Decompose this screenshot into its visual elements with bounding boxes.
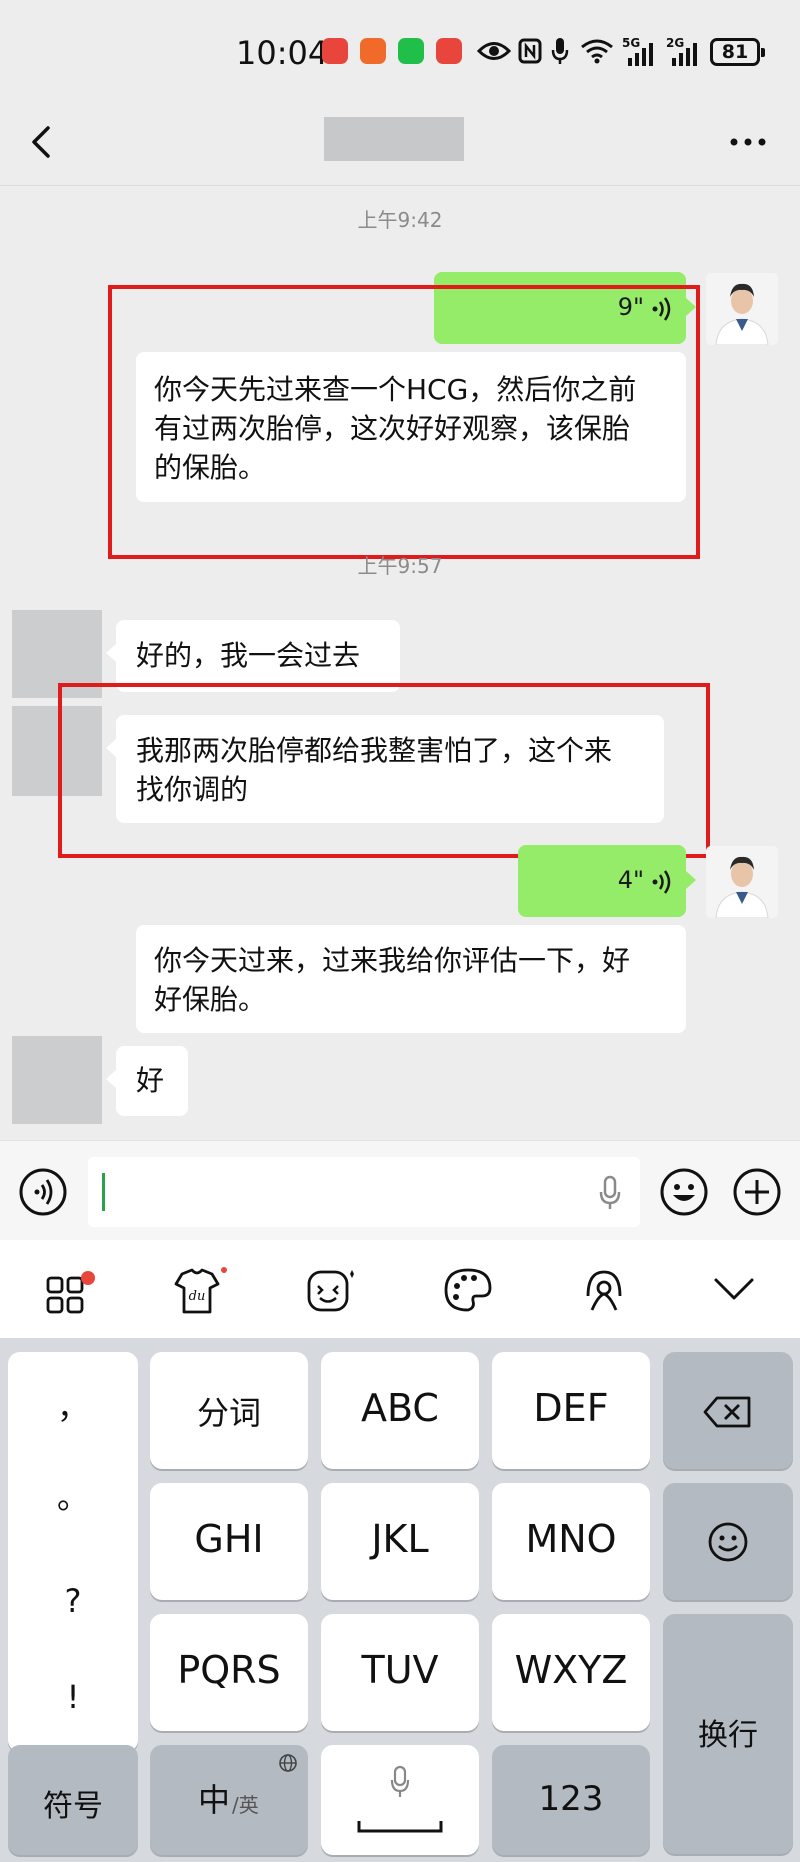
more-options-icon[interactable] — [728, 136, 768, 148]
numbers-key[interactable]: 123 — [492, 1745, 650, 1855]
highlight-box — [58, 683, 710, 858]
doctor-avatar[interactable] — [706, 273, 778, 345]
key-tuv[interactable]: TUV — [321, 1614, 479, 1731]
space-bar-icon — [357, 1821, 443, 1833]
key-mno[interactable]: MNO — [492, 1483, 650, 1600]
palette-icon[interactable] — [442, 1266, 494, 1314]
keyboard-toolbar: du — [0, 1240, 800, 1338]
key-jkl[interactable]: JKL — [321, 1483, 479, 1600]
backspace-icon — [703, 1396, 751, 1428]
grid-app-icon — [360, 38, 386, 64]
message-line: 好的，我一会过去 — [136, 639, 361, 672]
huawei-store-icon — [436, 38, 462, 64]
patient-avatar[interactable] — [12, 1036, 102, 1124]
lang-main-label: 中 — [198, 1781, 231, 1819]
message-input[interactable] — [88, 1157, 640, 1227]
t9-keyboard: ， 。 ? ! 分词 ABC DEF GHI JKL MNO PQRS TUV … — [0, 1338, 800, 1862]
emoticon-face-icon[interactable] — [306, 1268, 356, 1314]
punct-key[interactable]: ? — [8, 1582, 138, 1620]
doctor-avatar-image — [706, 846, 778, 918]
svg-text:du: du — [189, 1289, 206, 1304]
voice-duration: 4" — [617, 866, 644, 894]
text-caret — [102, 1173, 105, 1211]
battery-indicator: 81 — [710, 38, 765, 66]
status-bar: 10:04 5G 2G 81 — [0, 0, 800, 100]
message-bubble-outgoing[interactable]: 你今天过来，过来我给你评估一下，好 好保胎。 — [136, 925, 686, 1033]
key-abc[interactable]: ABC — [321, 1352, 479, 1469]
lang-alt-label: /英 — [232, 1793, 259, 1817]
collapse-keyboard-icon[interactable] — [712, 1276, 756, 1302]
key-pqrs[interactable]: PQRS — [150, 1614, 308, 1731]
nfc-icon — [518, 38, 542, 64]
key-wxyz[interactable]: WXYZ — [492, 1614, 650, 1731]
chat-header — [0, 100, 800, 186]
contact-name-redacted — [324, 117, 464, 161]
voice-input-toggle-icon[interactable] — [18, 1167, 68, 1217]
voice-message-bubble[interactable]: 4" — [518, 845, 696, 917]
voice-wave-icon — [652, 870, 671, 894]
mic-status-icon — [551, 38, 569, 64]
chat-input-bar — [0, 1140, 800, 1240]
wifi-icon — [581, 39, 613, 64]
space-mic-icon — [390, 1765, 410, 1797]
message-timestamp: 上午9:42 — [357, 208, 443, 232]
huawei-app-icon — [322, 38, 348, 64]
status-time: 10:04 — [236, 34, 329, 72]
apps-grid-icon[interactable] — [46, 1270, 96, 1316]
key-def[interactable]: DEF — [492, 1352, 650, 1469]
message-bubble-incoming[interactable]: 好 — [106, 1046, 188, 1116]
skin-shirt-icon[interactable]: du — [168, 1266, 230, 1316]
doctor-avatar[interactable] — [706, 846, 778, 918]
globe-icon — [279, 1754, 297, 1772]
emoji-key[interactable] — [663, 1483, 793, 1600]
punct-key[interactable]: ， — [8, 1382, 138, 1428]
enter-key[interactable]: 换行 — [663, 1614, 793, 1854]
punct-key[interactable]: 。 — [8, 1472, 138, 1518]
message-bubble-incoming[interactable]: 好的，我一会过去 — [106, 620, 400, 692]
signal-2-icon — [672, 43, 697, 66]
key-fenci[interactable]: 分词 — [150, 1352, 308, 1469]
plus-icon[interactable] — [732, 1167, 782, 1217]
doctor-avatar-image — [706, 273, 778, 345]
message-line: 你今天过来，过来我给你评估一下，好 — [154, 944, 631, 977]
key-ghi[interactable]: GHI — [150, 1483, 308, 1600]
smiley-icon — [708, 1522, 748, 1562]
language-switch-key[interactable]: 中 /英 — [150, 1745, 308, 1855]
highlight-box — [108, 285, 700, 559]
eye-icon — [477, 42, 511, 60]
emoji-icon[interactable] — [659, 1167, 709, 1217]
punct-key[interactable]: ! — [8, 1678, 138, 1716]
symbols-key[interactable]: 符号 — [8, 1745, 138, 1855]
back-arrow-icon[interactable] — [22, 122, 62, 162]
backspace-key[interactable] — [663, 1352, 793, 1469]
message-timestamp: 上午9:57 — [357, 554, 443, 578]
signal-1-icon — [628, 43, 653, 66]
swipe-gesture-icon[interactable] — [580, 1266, 628, 1316]
space-key[interactable] — [321, 1745, 479, 1855]
message-line: 好 — [136, 1064, 165, 1097]
punctuation-panel[interactable]: ， 。 ? ! — [8, 1352, 138, 1752]
wechat-app-icon — [398, 38, 424, 64]
message-line: 好保胎。 — [154, 983, 267, 1016]
mic-icon[interactable] — [598, 1175, 622, 1211]
